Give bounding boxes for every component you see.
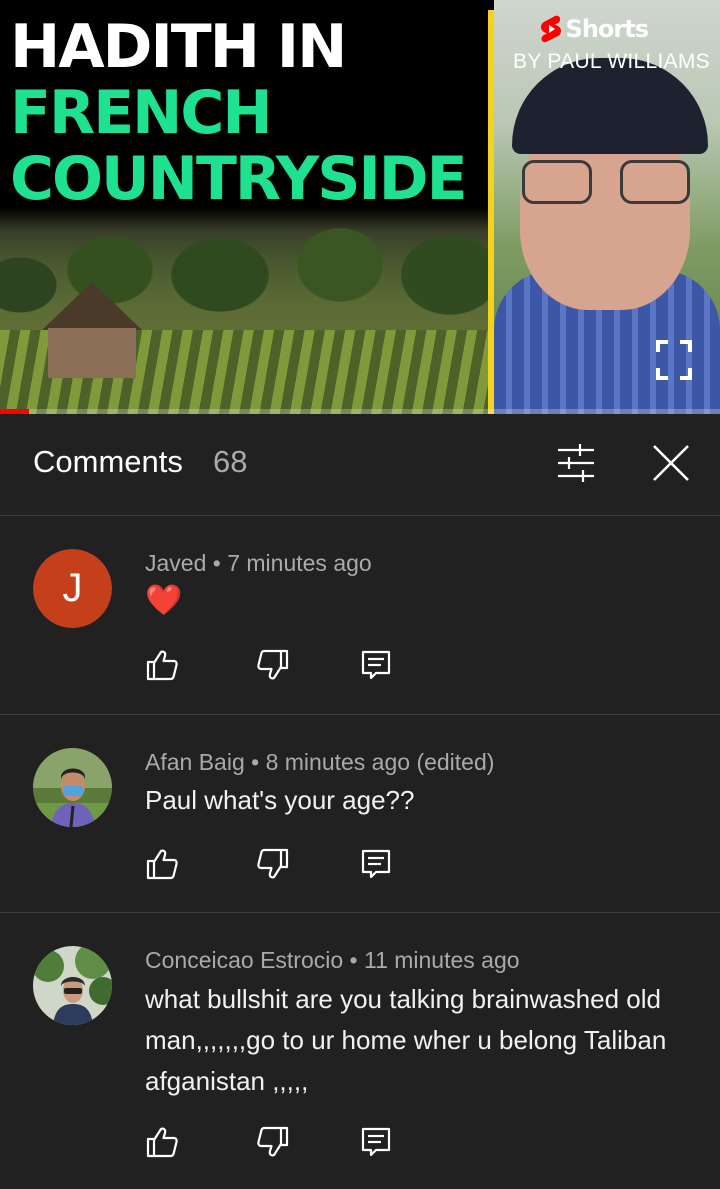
video-title-line-3: COUNTRYSIDE xyxy=(10,144,468,214)
comment-item: J Javed • 7 minutes ago ❤️ xyxy=(0,516,720,715)
comment-text: ❤️ xyxy=(145,584,183,617)
avatar[interactable] xyxy=(33,946,112,1025)
comment-actions xyxy=(145,648,405,688)
video-title-line-2: FRENCH xyxy=(10,78,273,148)
comment-meta: Conceicao Estrocio • 11 minutes ago xyxy=(145,947,520,973)
shorts-badge: Shorts xyxy=(540,14,649,44)
avatar-photo-icon xyxy=(33,946,112,1025)
sliders-icon[interactable] xyxy=(553,440,599,486)
thumbs-down-icon[interactable] xyxy=(256,648,290,682)
shorts-label: Shorts xyxy=(565,15,649,43)
video-title-overlay: HADITH IN FRENCH COUNTRYSIDE xyxy=(10,14,486,212)
reply-icon[interactable] xyxy=(359,847,393,881)
comment-text: Paul what's your age?? xyxy=(145,785,415,815)
comment-text: what bullshit are you talking brainwashe… xyxy=(145,984,667,1096)
comment-item: Afan Baig • 8 minutes ago (edited) Paul … xyxy=(0,715,720,913)
fullscreen-icon[interactable] xyxy=(654,338,694,382)
thumbs-up-icon[interactable] xyxy=(145,648,179,682)
comment-meta: Javed • 7 minutes ago xyxy=(145,550,372,576)
video-player[interactable]: HADITH IN FRENCH COUNTRYSIDE Shorts BY P… xyxy=(0,0,720,414)
comment-actions xyxy=(145,1125,405,1165)
comment-actions xyxy=(145,847,405,887)
reply-icon[interactable] xyxy=(359,648,393,682)
stone-hut xyxy=(42,282,142,382)
avatar-photo-icon xyxy=(33,748,112,827)
avatar-letter: J xyxy=(33,549,112,628)
reply-icon[interactable] xyxy=(359,1125,393,1159)
comment-meta: Afan Baig • 8 minutes ago (edited) xyxy=(145,749,495,775)
video-title-line-1: HADITH IN xyxy=(10,12,347,82)
comments-title: Comments xyxy=(33,444,183,479)
thumbs-down-icon[interactable] xyxy=(256,847,290,881)
close-icon[interactable] xyxy=(648,440,694,486)
thumbs-up-icon[interactable] xyxy=(145,1125,179,1159)
comment-item: Conceicao Estrocio • 11 minutes ago what… xyxy=(0,913,720,1189)
video-byline: BY PAUL WILLIAMS xyxy=(513,50,710,73)
comments-count: 68 xyxy=(213,444,248,479)
thumbs-down-icon[interactable] xyxy=(256,1125,290,1159)
shorts-logo-icon xyxy=(540,15,561,43)
avatar[interactable]: J xyxy=(33,549,112,628)
presenter-glasses xyxy=(522,160,690,204)
thumbs-up-icon[interactable] xyxy=(145,847,179,881)
comments-header: Comments 68 xyxy=(0,414,720,516)
avatar[interactable] xyxy=(33,748,112,827)
video-thumbnail-left: HADITH IN FRENCH COUNTRYSIDE xyxy=(0,0,488,414)
